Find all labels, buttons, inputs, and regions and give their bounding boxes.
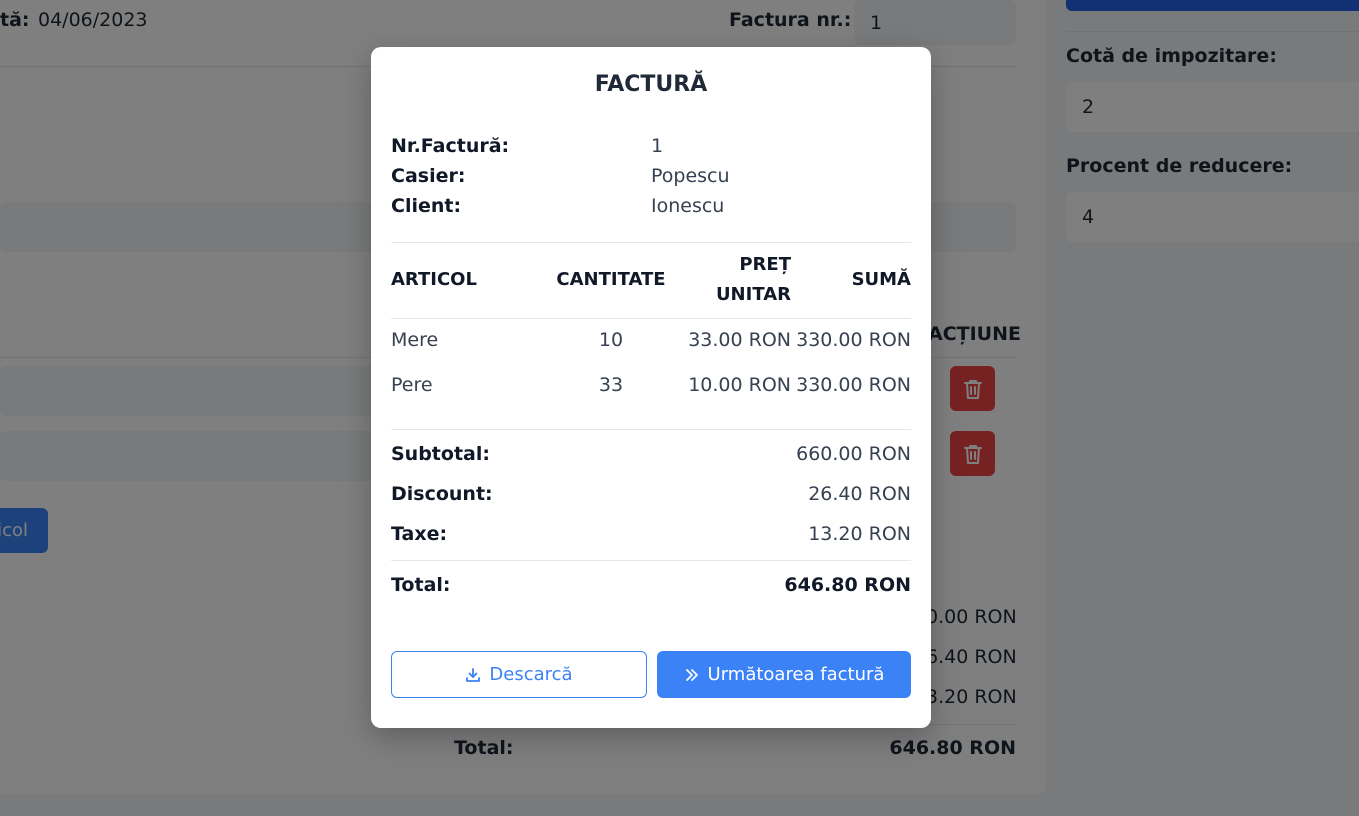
invoice-modal: FACTURĂ Nr.Factură: 1 Casier: Popescu Cl… <box>371 47 931 728</box>
info-divider <box>391 242 911 243</box>
discount-label: Discount: <box>391 483 493 505</box>
summary-divider <box>391 560 911 561</box>
invoice-number-value: 1 <box>651 135 664 157</box>
invoice-number-label: Nr.Factură: <box>391 135 510 157</box>
table-header-divider <box>391 318 911 319</box>
chevrons-right-icon <box>684 667 700 683</box>
row-unit-price: 10.00 RON <box>688 374 791 396</box>
cashier-label: Casier: <box>391 165 466 187</box>
download-button-label: Descarcă <box>489 664 573 685</box>
row-sum: 330.00 RON <box>796 374 911 396</box>
row-quantity: 33 <box>598 374 624 396</box>
row-unit-price: 33.00 RON <box>688 329 791 351</box>
discount-value: 26.40 RON <box>808 483 911 505</box>
total-value: 646.80 RON <box>784 574 911 596</box>
row-article: Pere <box>391 374 433 396</box>
client-value: Ionescu <box>651 195 725 217</box>
column-header-quantity: CANTITATE <box>556 269 666 290</box>
column-header-article: ARTICOL <box>391 269 477 290</box>
cashier-value: Popescu <box>651 165 730 187</box>
taxes-value: 13.20 RON <box>808 523 911 545</box>
download-button[interactable]: Descarcă <box>391 651 647 698</box>
row-sum: 330.00 RON <box>796 329 911 351</box>
column-header-unit-price-line2: UNITAR <box>715 284 791 305</box>
row-quantity: 10 <box>598 329 624 351</box>
subtotal-label: Subtotal: <box>391 443 490 465</box>
table-divider <box>391 429 911 430</box>
next-invoice-button-label: Următoarea factură <box>707 664 885 685</box>
modal-title: FACTURĂ <box>594 72 708 97</box>
taxes-label: Taxe: <box>391 523 448 545</box>
row-article: Mere <box>391 329 439 351</box>
total-label: Total: <box>391 574 451 596</box>
client-label: Client: <box>391 195 462 217</box>
column-header-sum: SUMĂ <box>851 269 911 290</box>
next-invoice-button[interactable]: Următoarea factură <box>657 651 911 698</box>
column-header-unit-price-line1: PREȚ <box>739 254 791 275</box>
subtotal-value: 660.00 RON <box>796 443 911 465</box>
download-icon <box>465 667 481 683</box>
